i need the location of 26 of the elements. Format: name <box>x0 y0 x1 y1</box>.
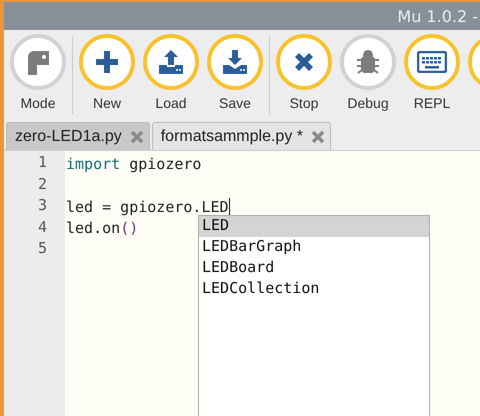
file-tab[interactable]: zero-LED1a.py <box>6 122 150 150</box>
autocomplete-option[interactable]: LEDCollection <box>199 279 429 300</box>
autocomplete-option[interactable]: LED <box>199 216 429 237</box>
line-number: 4 <box>36 218 48 238</box>
file-tab[interactable]: formatsammple.py * <box>152 122 331 150</box>
code-line: import gpiozero <box>66 154 202 173</box>
tab-label: formatsammple.py * <box>160 128 303 146</box>
plus-icon <box>94 49 120 75</box>
close-icon[interactable] <box>310 130 325 144</box>
code-editor[interactable]: 1 2 3 4 5 import gpiozero led = gpiozero.LED led.on() LED LEDBarGraph LEDBoard LEDCollection <box>4 151 480 416</box>
pipe-elbow-icon <box>25 49 51 75</box>
download-icon <box>221 48 249 76</box>
line-number: 1 <box>36 153 48 173</box>
keyboard-icon <box>417 51 447 73</box>
bug-icon <box>355 49 381 75</box>
code-line: led = gpiozero.LED <box>66 198 229 216</box>
line-number: 3 <box>36 196 48 216</box>
window-title: Mu 1.0.2 - <box>397 6 478 26</box>
tab-label: zero-LED1a.py <box>15 128 122 146</box>
autocomplete-option[interactable]: LEDBoard <box>199 258 429 279</box>
line-number: 2 <box>36 174 48 194</box>
line-number: 5 <box>36 239 48 259</box>
autocomplete-option[interactable]: LEDBarGraph <box>199 237 429 258</box>
code-line: led.on() <box>66 219 138 238</box>
close-icon[interactable] <box>130 130 144 144</box>
upload-icon <box>157 48 185 76</box>
